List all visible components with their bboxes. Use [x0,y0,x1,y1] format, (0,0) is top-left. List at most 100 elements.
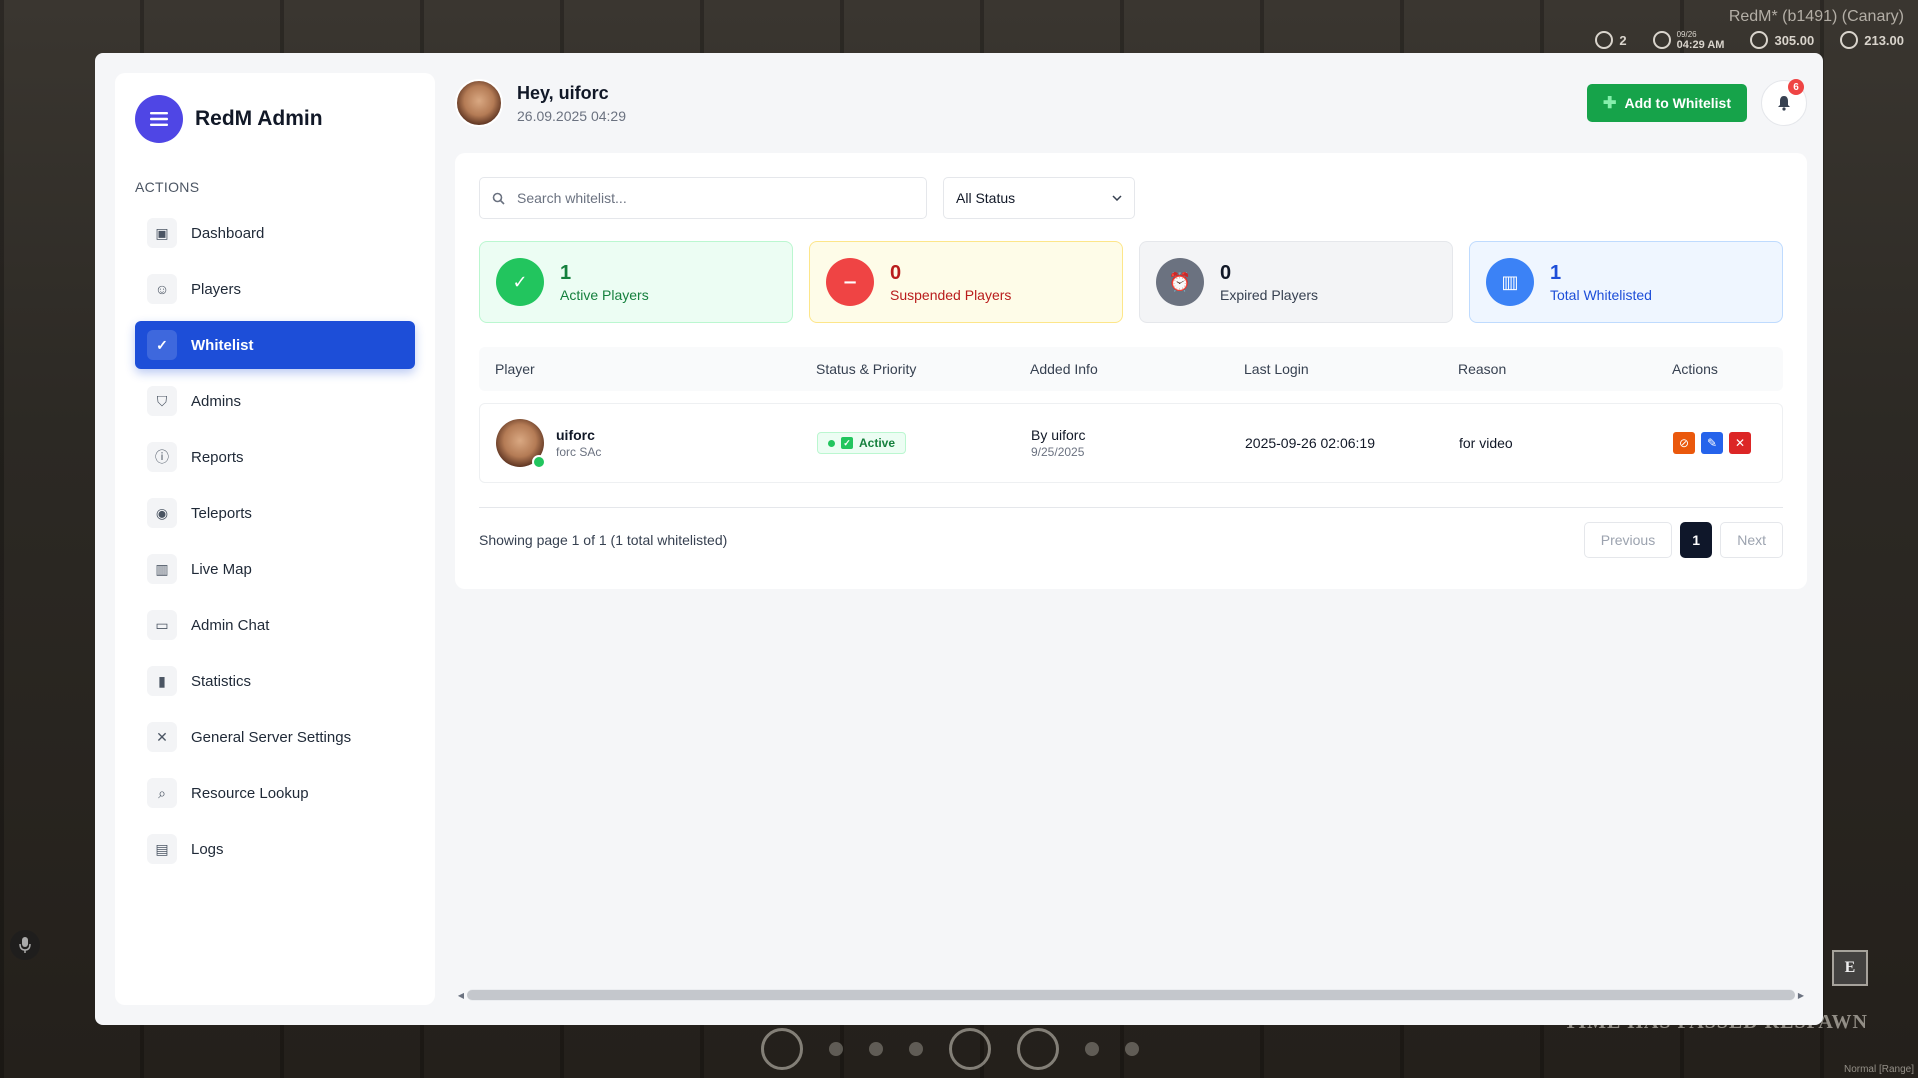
scroll-right-icon[interactable]: ▶ [1795,991,1807,1000]
sidebar-item-label: General Server Settings [191,728,352,746]
stat-value: 1 [560,261,572,284]
status-dot-icon [828,439,835,447]
scrollbar-track[interactable] [467,989,1795,1001]
greeting: Hey, uiforc 26.09.2025 04:29 [517,83,626,124]
player-name: uiforc [556,427,595,443]
key-hint: E [1832,950,1868,986]
sidebar-item-label: Resource Lookup [191,784,309,802]
player-identifier: forc SAc [556,445,602,459]
hud-core-icon [1017,1028,1059,1070]
added-date: 9/25/2025 [1031,445,1085,459]
edit-button[interactable]: ✎ [1701,432,1723,454]
column-header: Status & Priority [816,361,917,377]
actions-cell: ⊘ ✎ ✕ [1657,432,1782,454]
admin-window: RedM Admin ACTIONS ▣ Dashboard ☺ Players… [95,53,1823,1025]
stat-value: 0 [890,261,902,284]
sidebar-item-label: Live Map [191,560,252,578]
check-circle-icon: ✓ [147,330,177,360]
hud-dot-icon [1125,1042,1139,1056]
status-badge: ✓ Active [817,432,907,454]
avatar[interactable] [455,79,503,127]
hud-gold-value: 213.00 [1864,32,1904,48]
chat-icon: ▭ [147,610,177,640]
stat-value: 0 [1220,261,1232,284]
table-row: uiforc forc SAc ✓ Active By uiforc 9/25/… [479,403,1783,483]
chevron-down-icon [1112,195,1122,201]
add-to-whitelist-label: Add to Whitelist [1624,95,1731,111]
scrollbar-thumb[interactable] [467,990,1795,1000]
sidebar-item-whitelist[interactable]: ✓ Whitelist [135,321,415,369]
divider [479,507,1783,508]
sidebar-item-label: Reports [191,448,244,466]
header-actions: ✚ Add to Whitelist 6 [1587,79,1807,126]
sidebar-item-players[interactable]: ☺ Players [135,265,415,313]
stat-expired-players: ⏰ 0 Expired Players [1139,241,1453,323]
pager: Previous 1 Next [1583,522,1783,558]
hud-dot-icon [1085,1042,1099,1056]
stats-row: ✓ 1 Active Players − 0 Suspended Players… [479,241,1783,323]
column-header: Actions [1672,361,1718,377]
gold-icon [1840,31,1859,49]
checkbox-icon: ✓ [841,437,853,449]
horizontal-scrollbar[interactable]: ◀ ▶ [455,987,1807,1003]
hud-dot-icon [909,1042,923,1056]
menu-icon[interactable] [135,95,183,143]
sidebar-item-resource-lookup[interactable]: ⌕ Resource Lookup [135,769,415,817]
notifications-button[interactable]: 6 [1761,79,1807,126]
sidebar-item-dashboard[interactable]: ▣ Dashboard [135,209,415,257]
previous-page-button[interactable]: Previous [1583,522,1673,558]
sidebar-item-statistics[interactable]: ▮ Statistics [135,657,415,705]
stat-active-players: ✓ 1 Active Players [479,241,793,323]
bar-chart-icon: ▮ [147,666,177,696]
sidebar-item-live-map[interactable]: ▥ Live Map [135,545,415,593]
hud-horse-value: 2 [1619,32,1627,48]
whitelist-card: All Status ✓ 1 Active Players − 0 Sus [455,153,1807,589]
sidebar-item-admin-chat[interactable]: ▭ Admin Chat [135,601,415,649]
sidebar-item-logs[interactable]: ▤ Logs [135,825,415,873]
player-cell: uiforc forc SAc [480,419,801,469]
row-actions: ⊘ ✎ ✕ [1673,432,1782,454]
add-to-whitelist-button[interactable]: ✚ Add to Whitelist [1587,84,1747,122]
tools-icon: ✕ [147,722,177,752]
player-info: uiforc forc SAc [496,419,801,469]
check-icon: ✓ [496,258,544,306]
sidebar-item-label: Whitelist [191,336,254,354]
clock-icon [1652,31,1671,49]
page-1-button[interactable]: 1 [1680,522,1713,558]
sidebar-item-teleports[interactable]: ◉ Teleports [135,489,415,537]
voice-mode: Normal [Range] [1843,1064,1914,1075]
dashboard-icon: ▣ [147,218,177,248]
search-input[interactable] [517,190,914,206]
sidebar: RedM Admin ACTIONS ▣ Dashboard ☺ Players… [115,73,435,1005]
search-box[interactable] [479,177,927,219]
horse-icon [1595,31,1614,49]
build-label: RedM* (b1491) (Canary) [1728,8,1904,25]
sidebar-item-label: Statistics [191,672,252,690]
scroll-left-icon[interactable]: ◀ [455,991,467,1000]
main-content: Hey, uiforc 26.09.2025 04:29 ✚ Add to Wh… [435,73,1807,1005]
notification-badge: 6 [1788,79,1804,95]
brand: RedM Admin [135,95,415,143]
next-page-button[interactable]: Next [1720,522,1783,558]
stat-label: Active Players [560,286,649,303]
logs-icon: ▤ [147,834,177,864]
sidebar-item-general-server-settings[interactable]: ✕ General Server Settings [135,713,415,761]
alarm-clock-icon: ⏰ [1156,258,1204,306]
header: Hey, uiforc 26.09.2025 04:29 ✚ Add to Wh… [455,73,1807,133]
hud-core-icon [761,1028,803,1070]
online-status-dot [532,455,546,469]
suspend-button[interactable]: ⊘ [1673,432,1695,454]
minus-icon: − [826,258,874,306]
microphone-icon [10,930,40,960]
stat-label: Expired Players [1220,286,1319,303]
delete-button[interactable]: ✕ [1729,432,1751,454]
sidebar-item-label: Admins [191,392,242,410]
bell-icon [1778,96,1790,111]
table-header: Player Status & Priority Added Info Last… [479,347,1783,391]
sidebar-item-admins[interactable]: ⛉ Admins [135,377,415,425]
game-hud-top: RedM* (b1491) (Canary) 2 09/26 04:29 AM … [1484,8,1904,51]
players-icon: ☺ [147,274,177,304]
pagination: Showing page 1 of 1 (1 total whitelisted… [479,522,1783,558]
status-filter-select[interactable]: All Status [943,177,1135,219]
sidebar-item-reports[interactable]: ⓘ Reports [135,433,415,481]
